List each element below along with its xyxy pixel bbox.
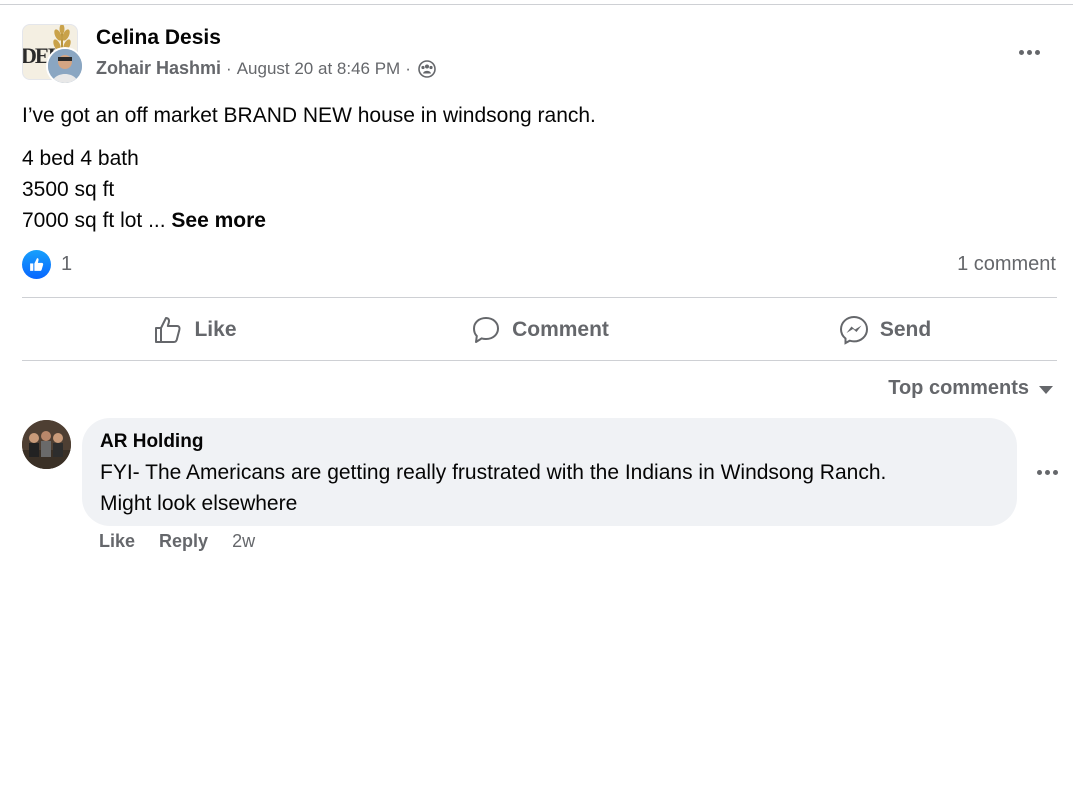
comment-actions: Like Reply 2w	[99, 531, 255, 552]
comment-sort-dropdown[interactable]: Top comments	[888, 377, 1053, 400]
post-body: I’ve got an off market BRAND NEW house i…	[22, 100, 596, 236]
post-text-truncated: 7000 sq ft lot ...	[22, 209, 172, 232]
commenter-avatar[interactable]	[22, 420, 71, 469]
reaction-summary[interactable]: 1	[22, 250, 72, 279]
comment-count-link[interactable]: 1 comment	[957, 253, 1056, 276]
comment-button-label: Comment	[512, 318, 609, 341]
group-members-icon	[418, 59, 436, 78]
post-more-options-icon[interactable]	[1014, 42, 1044, 62]
like-button[interactable]: Like	[22, 300, 367, 360]
group-photo-icon	[22, 420, 71, 469]
post-text-line: I’ve got an off market BRAND NEW house i…	[22, 104, 596, 127]
comment-reply-button[interactable]: Reply	[159, 531, 208, 552]
post-timestamp[interactable]: August 20 at 8:46 PM	[237, 59, 401, 79]
caret-down-icon	[1039, 386, 1053, 394]
post-text-line: 4 bed 4 bath	[22, 147, 139, 170]
group-name[interactable]: Celina Desis	[96, 26, 221, 50]
post-text-line: 7000 sq ft lot ... See more	[22, 205, 596, 236]
person-photo-icon	[48, 49, 82, 83]
divider	[22, 297, 1057, 298]
post-meta: Zohair Hashmi · August 20 at 8:46 PM ·	[96, 58, 436, 79]
comment-text: FYI- The Americans are getting really fr…	[100, 457, 999, 519]
post-action-bar: Like Comment Send	[22, 300, 1057, 360]
commenter-name[interactable]: AR Holding	[100, 430, 999, 454]
send-button-label: Send	[879, 318, 932, 341]
divider	[22, 360, 1057, 361]
thumbs-up-icon	[155, 317, 182, 343]
comment-more-options-icon[interactable]	[1034, 462, 1060, 482]
author-avatar[interactable]	[46, 47, 84, 85]
comment-sort-label: Top comments	[888, 377, 1029, 399]
meta-separator: ·	[226, 58, 232, 78]
author-name[interactable]: Zohair Hashmi	[96, 58, 221, 79]
meta-separator: ·	[405, 58, 411, 78]
comment-like-button[interactable]: Like	[99, 531, 135, 552]
comment-button[interactable]: Comment	[367, 300, 712, 360]
comment-text-line: Might look elsewhere	[100, 492, 298, 515]
reaction-count: 1	[61, 253, 73, 275]
messenger-icon	[839, 315, 868, 345]
like-button-label: Like	[194, 318, 237, 341]
post-text-line: 3500 sq ft	[22, 178, 115, 201]
like-reaction-icon	[22, 250, 51, 279]
top-divider	[0, 4, 1073, 5]
post-avatar-group[interactable]: DEI	[22, 24, 84, 86]
comment-age[interactable]: 2w	[232, 531, 255, 552]
comment-text-line: FYI- The Americans are getting really fr…	[100, 461, 887, 484]
see-more-link[interactable]: See more	[171, 209, 266, 232]
speech-bubble-icon	[473, 317, 500, 343]
comment-bubble: AR Holding FYI- The Americans are gettin…	[82, 418, 1017, 526]
send-button[interactable]: Send	[712, 300, 1057, 360]
